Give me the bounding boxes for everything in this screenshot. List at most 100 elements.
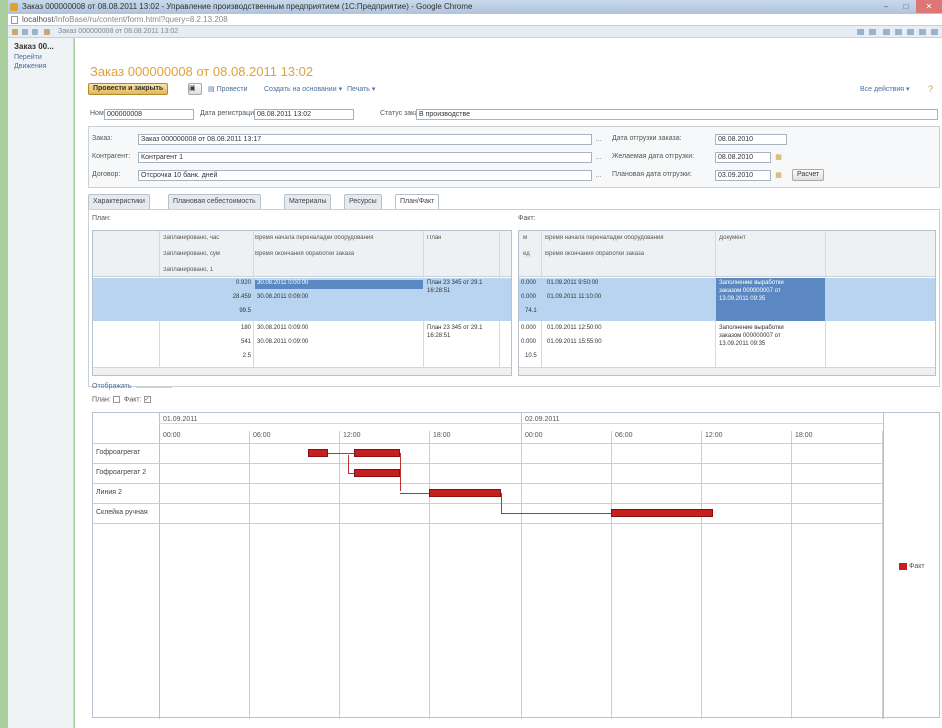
tab-resources[interactable]: Ресурсы	[344, 194, 382, 209]
gantt-date-label: 02.09.2011	[525, 416, 560, 423]
plan-col-sum[interactable]: Запланировано, сум	[163, 251, 220, 257]
sidebar-current[interactable]: Заказ 00...	[8, 38, 73, 53]
reg-date-field[interactable]: 08.08.2011 13:02	[254, 109, 354, 120]
minimize-icon[interactable]: –	[876, 0, 896, 13]
status-field[interactable]: В производстве	[416, 109, 938, 120]
plan-date-label: Плановая дата отгрузки:	[612, 171, 692, 178]
plan-cell: 16:28:51	[427, 288, 451, 294]
contract-select-icon[interactable]: …	[594, 171, 603, 180]
gantt-link	[348, 455, 349, 473]
fact-toggle[interactable]: Факт: ✓	[124, 396, 151, 403]
tab-plan-fact[interactable]: План/Факт	[395, 194, 440, 210]
all-actions-button[interactable]: Все действия ▾	[860, 85, 910, 93]
calendar-icon[interactable]	[895, 29, 902, 35]
plan-checkbox[interactable]	[112, 396, 120, 403]
plan-cell: 30.08.2011 0:00:00	[257, 280, 309, 286]
plan-cell: 2.5	[242, 353, 251, 359]
sidebar-link-movements[interactable]: Движения	[8, 62, 73, 71]
plan-toggle[interactable]: План:	[92, 396, 120, 403]
gantt-bar[interactable]	[354, 469, 400, 477]
plan-cell: План 23 345 от 29.1	[427, 280, 483, 286]
post-button[interactable]: ▤ Провести	[208, 85, 248, 93]
home-icon[interactable]	[12, 29, 18, 35]
plan-cell: 99.5	[239, 308, 251, 314]
fact-col-document[interactable]: Документ	[719, 235, 746, 241]
maximize-icon[interactable]: □	[896, 0, 916, 13]
legend-swatch	[899, 563, 907, 570]
plan-cell: 541	[240, 339, 251, 345]
save-icon[interactable]: ▣	[188, 83, 202, 95]
plan-col-setup-start[interactable]: Время начала переналадки оборудования	[255, 235, 374, 241]
plan-date-field[interactable]: 03.09.2010	[715, 170, 771, 181]
calendar-icon[interactable]: ▦	[774, 171, 783, 180]
gantt-link	[501, 493, 502, 513]
plan-table[interactable]: Запланировано, час Запланировано, сум За…	[92, 230, 512, 376]
plan-col-order-end[interactable]: Время окончания обработки заказа	[255, 251, 354, 257]
create-based-button[interactable]: Создать на основании ▾	[264, 85, 342, 93]
fact-scrollbar[interactable]	[519, 367, 935, 375]
fact-col-unit[interactable]: ед	[523, 251, 530, 257]
plan-cell: 30.08.2011 0:09:00	[257, 339, 309, 345]
number-field[interactable]: 000000008	[104, 109, 194, 120]
app-tab-title[interactable]: Заказ 000000008 от 08.08.2011 13:02	[58, 28, 178, 35]
fact-col-order-end[interactable]: Время окончания обработки заказа	[545, 251, 644, 257]
wish-date-label: Желаемая дата отгрузки:	[612, 153, 695, 160]
calendar-icon[interactable]: ▦	[774, 153, 783, 162]
forward-icon[interactable]	[32, 29, 38, 35]
help-icon[interactable]: ?	[928, 84, 933, 94]
counterparty-select-icon[interactable]: …	[594, 153, 603, 162]
tab-materials[interactable]: Материалы	[284, 194, 332, 209]
memory-icon[interactable]	[907, 29, 914, 35]
back-icon[interactable]	[22, 29, 28, 35]
plan-col-one[interactable]: Запланировано, 1	[163, 267, 213, 273]
close-icon[interactable]: ✕	[916, 0, 942, 13]
plan-col-hours[interactable]: Запланировано, час	[163, 235, 219, 241]
wish-date-field[interactable]: 08.08.2010	[715, 152, 771, 163]
contract-field[interactable]: Отсрочка 10 банк. дней	[138, 170, 592, 181]
gantt-row-label: Гофроагрегат	[96, 449, 141, 456]
gantt-hour-label: 18:00	[795, 432, 813, 439]
post-close-button[interactable]: Провести и закрыть	[88, 83, 169, 95]
gantt-hour-label: 06:00	[615, 432, 633, 439]
fact-col-setup-start[interactable]: Время начала переналадки оборудования	[545, 235, 664, 241]
favorites-icon[interactable]	[857, 29, 864, 35]
order-label: Заказ:	[92, 135, 113, 142]
gantt-row-label: Гофроагрегат 2	[96, 469, 147, 476]
plan-scrollbar[interactable]	[93, 367, 511, 375]
address-bar[interactable]: localhost/InfoBase/ru/content/form.html?…	[8, 14, 942, 26]
sidebar: Заказ 00... Перейти Движения	[8, 38, 74, 728]
gantt-bar[interactable]	[429, 489, 501, 497]
fact-cell: 74.1	[525, 308, 537, 314]
fact-cell: заказом 000000007 от	[719, 333, 781, 339]
ship-date-field[interactable]: 08.08.2010	[715, 134, 787, 145]
tab-planned-cost[interactable]: Плановая себестоимость	[168, 194, 261, 209]
fact-cell: Заполнение выработки	[719, 280, 784, 286]
gantt-bar[interactable]	[354, 449, 400, 457]
fact-cell: 01.09.2011 9:50:00	[547, 280, 599, 286]
window-title: Заказ 000000008 от 08.08.2011 13:02 - Уп…	[22, 2, 473, 11]
zoom-icon[interactable]	[919, 29, 926, 35]
fact-cell: 0.000	[521, 339, 537, 345]
order-field[interactable]: Заказ 000000008 от 08.08.2011 13:17	[138, 134, 592, 145]
fact-table[interactable]: м ед Время начала переналадки оборудован…	[518, 230, 936, 376]
gantt-bar[interactable]	[308, 449, 328, 457]
gantt-bar[interactable]	[611, 509, 713, 517]
calc-button[interactable]: Расчет	[792, 169, 825, 181]
print-button[interactable]: Печать ▾	[347, 85, 375, 93]
order-select-icon[interactable]: …	[594, 135, 603, 144]
calc-icon[interactable]	[883, 29, 890, 35]
gantt-row-label: Склейка ручная	[96, 509, 148, 516]
history-icon[interactable]	[869, 29, 876, 35]
fact-cell: 0.000	[521, 280, 537, 286]
counterparty-field[interactable]: Контрагент 1	[138, 152, 592, 163]
window-titlebar: Заказ 000000008 от 08.08.2011 13:02 - Уп…	[8, 0, 942, 14]
plan-col-plan[interactable]: План	[427, 235, 441, 241]
tab-characteristics[interactable]: Характеристики	[88, 194, 150, 209]
fact-checkbox[interactable]: ✓	[143, 396, 151, 403]
plan-cell: 30.08.2011 0:09:00	[257, 294, 309, 300]
fact-cell: 01.09.2011 12:50:00	[547, 325, 602, 331]
gantt-chart[interactable]: 01.09.2011 02.09.2011 00:00 06:00 12:00 …	[92, 412, 940, 719]
settings-icon[interactable]	[931, 29, 938, 35]
fact-col-m[interactable]: м	[523, 235, 527, 241]
sidebar-link-goto[interactable]: Перейти	[8, 53, 73, 62]
